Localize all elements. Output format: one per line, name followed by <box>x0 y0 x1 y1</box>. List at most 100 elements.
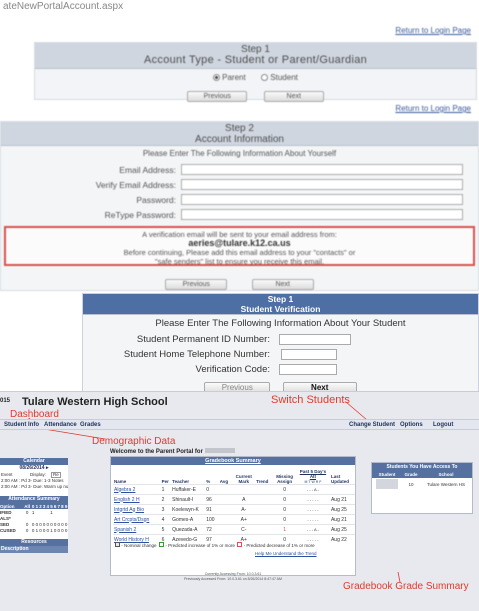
past-att: - - - - - <box>295 494 330 505</box>
missing-assign: 0 <box>273 494 296 505</box>
retype-password-row: ReType Password: <box>1 209 478 222</box>
gradebook-header-row: Name Per Teacher % Avg Current Mark Tren… <box>113 469 355 485</box>
col-missing: Missing Assign <box>276 474 293 484</box>
student-id-label: Student Permanent ID Number: <box>136 334 270 345</box>
student-cell <box>372 478 402 491</box>
nav-student-info[interactable]: Student Info <box>4 422 39 428</box>
step-subtitle: Account Type - Student or Parent/Guardia… <box>143 54 368 66</box>
verification-code-row: Verification Code: <box>83 364 478 377</box>
next-arrow-icon[interactable]: ▸ <box>46 465 49 471</box>
verify-email-field[interactable] <box>181 179 463 190</box>
avg <box>218 504 233 515</box>
trend <box>255 504 274 515</box>
notice-line-2: Before continuing, Please add this email… <box>123 248 356 257</box>
att-cell: 0 <box>50 521 53 527</box>
account-information-header: Step 2 Account Information <box>1 122 478 146</box>
home-phone-field[interactable] <box>281 349 337 360</box>
student-grade: 10 <box>408 482 414 487</box>
welcome-text: Welcome to the Parent Portal for <box>110 449 203 455</box>
table-row[interactable]: Intgrtd Ag Bio 3 Koelewyn-K 91 A- 0- - - - -A… <box>113 504 355 515</box>
percent: 91 <box>205 504 219 515</box>
previous-button[interactable]: Previous <box>165 279 228 290</box>
current-mark <box>232 484 256 495</box>
table-row[interactable]: English 2 H 2 Shinault-I 96 A 0- - - - - Aug 2… <box>113 494 355 505</box>
calendar-date[interactable]: 08/26/2014 ▸ <box>0 465 68 472</box>
attendance-header-row: Option All 0 1 2 3 4 5 6 7 8 9 <box>0 503 68 509</box>
att-col: 8 <box>60 503 65 509</box>
missing-assign: 0 <box>273 504 296 515</box>
percent: 96 <box>205 494 219 505</box>
trend-legend: - Nominal change - Predicted increase of… <box>115 542 355 548</box>
parent-radio-option[interactable]: Parent <box>213 73 246 82</box>
next-button[interactable]: Next <box>263 91 324 102</box>
student-row[interactable]: 10 Tulare Western HS <box>372 478 472 491</box>
nav-options[interactable]: Options <box>400 422 423 428</box>
next-button[interactable]: Next <box>251 279 314 290</box>
account-information-panel: Step 2 Account Information Please Enter … <box>0 121 479 291</box>
past-att: - - - - - <box>295 514 330 525</box>
class-name[interactable]: Algebra 2 <box>113 484 161 495</box>
class-name[interactable]: English 2 H <box>113 494 161 505</box>
attendance-summary-table: Option All 0 1 2 3 4 5 6 7 8 9 IFIED 0 1 <box>0 503 68 533</box>
previous-button[interactable]: Previous <box>187 91 248 102</box>
trend <box>255 514 274 525</box>
password-field[interactable] <box>181 194 463 205</box>
event-label: Event <box>1 472 13 477</box>
nav-attendance[interactable]: Attendance <box>44 422 77 428</box>
students-table: Student Grade School 10 Tulare Western H… <box>372 471 472 491</box>
gradebook-arrow <box>397 571 401 583</box>
verify-email-label: Verify Email Address: <box>95 180 176 190</box>
calendar-header: Calendar <box>0 458 68 465</box>
period: 2 <box>160 494 172 505</box>
col-grade: Grade <box>402 471 420 478</box>
table-row[interactable]: Algebra 2 1 Huffaker-E 0 0- - - A - <box>113 484 355 495</box>
student-radio-option[interactable]: Student <box>261 73 298 82</box>
avg <box>218 514 233 525</box>
calendar-event[interactable]: 2:00 AM : Pd 3- Due: Warm up number 2 <box>0 484 68 490</box>
nav-logout[interactable]: Logout <box>433 422 453 428</box>
student-id-field[interactable] <box>279 334 351 345</box>
parent-portal: 015 Tulare Western High School Dashboard… <box>0 391 479 611</box>
class-name[interactable]: Spanish 2 <box>113 524 161 535</box>
period: 3 <box>160 504 172 515</box>
previous-access: Previously Accessed From: 10.0.3.61 on 8… <box>184 577 282 581</box>
teacher: Quezada-A <box>171 524 206 535</box>
email-field[interactable] <box>181 164 463 175</box>
trend <box>255 484 274 495</box>
password-label: Password: <box>136 195 176 205</box>
att-cell: 0 <box>39 521 42 527</box>
demographic-arrow <box>43 428 106 440</box>
last-updated: Aug 25 <box>329 504 355 515</box>
period: 1 <box>160 484 172 495</box>
calendar-date-text: 08/26/2014 <box>19 465 45 471</box>
return-to-login-link[interactable]: Return to Login Page <box>395 26 471 35</box>
class-name[interactable]: Art Crcpts/Dsgn <box>113 514 161 525</box>
return-to-login-link-2[interactable]: Return to Login Page <box>395 104 471 113</box>
nav-grades[interactable]: Grades <box>80 422 101 428</box>
col-per: Per <box>161 479 169 484</box>
table-row[interactable]: Spanish 2 5 Quezada-A 72 C- 1- - - A - Aug 25 <box>113 524 355 535</box>
verification-notice: A verification email will be sent to you… <box>4 226 475 266</box>
period: 4 <box>160 514 172 525</box>
address-bar: ateNewPortalAccount.aspx <box>3 1 124 12</box>
past-att-label: Past 5 Day's Att <box>299 469 327 479</box>
trend-help-link[interactable]: Help Me Understand the Trend <box>255 551 317 556</box>
att-cell: 0 <box>61 521 64 527</box>
retype-password-field[interactable] <box>181 209 463 220</box>
gradebook-summary-header[interactable]: Gradebook Summary <box>111 457 355 465</box>
att-cell: 1 <box>50 527 53 533</box>
last-updated: Aug 21 <box>329 514 355 525</box>
period: 5 <box>160 524 172 535</box>
account-type-options: Parent Student <box>35 73 476 82</box>
avg <box>218 524 233 535</box>
verification-code-field[interactable] <box>279 364 337 375</box>
radio-unselected-icon <box>261 74 269 81</box>
class-name[interactable]: Intgrtd Ag Bio <box>113 504 161 515</box>
step-subtitle: Account Information <box>195 134 284 145</box>
past-att: - - - A - <box>295 484 330 495</box>
display-select[interactable]: Re <box>51 472 61 478</box>
percent: 72 <box>205 524 219 535</box>
student-id-row: Student Permanent ID Number: <box>83 334 478 347</box>
table-row[interactable]: Art Crcpts/Dsgn 4 Gomes-A 100 A+ 0- - - - - Au… <box>113 514 355 525</box>
nav-change-student[interactable]: Change Student <box>349 422 395 428</box>
